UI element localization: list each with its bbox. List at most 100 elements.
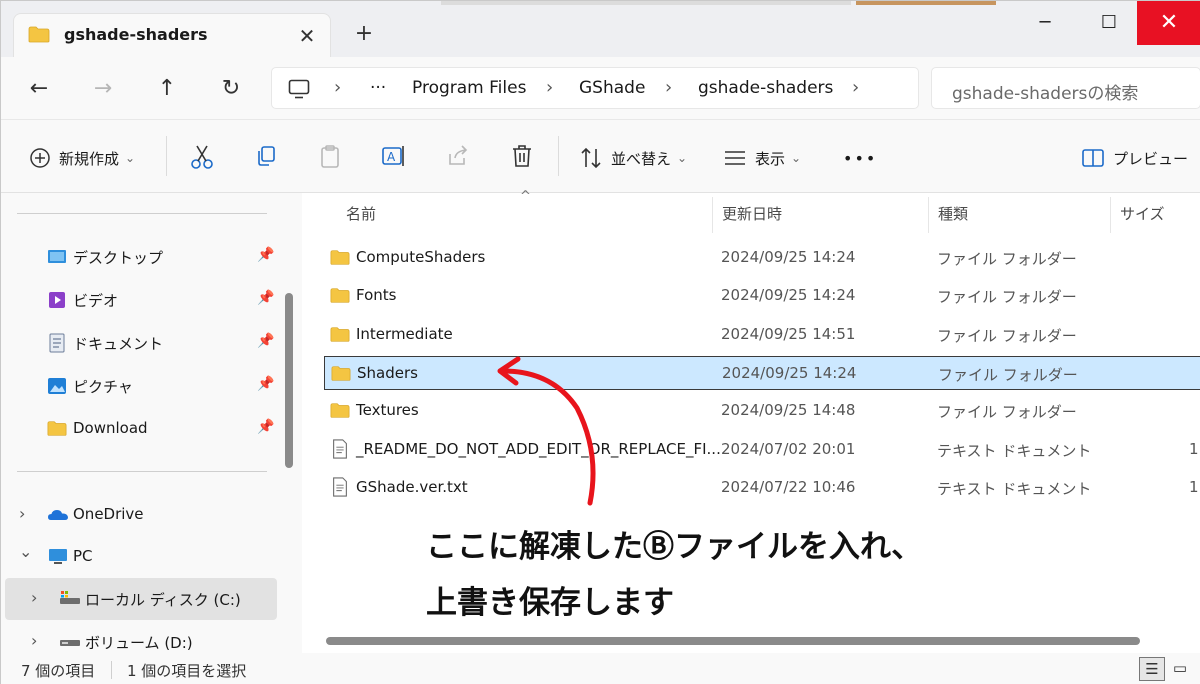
breadcrumb-separator[interactable]: › [852,77,859,98]
large-icons-view-button[interactable]: ▭ [1167,657,1193,681]
pc-icon [49,549,67,564]
paste-icon [321,145,339,168]
file-list: ^ 名前 更新日時 種類 サイズ ComputeShaders 2024/09/2… [302,189,1200,653]
file-row[interactable]: Textures 2024/09/25 14:48 ファイル フォルダー [324,394,1200,428]
sidebar-item-label: ビデオ [73,292,119,310]
close-window-button[interactable]: ✕ [1137,1,1200,45]
pin-icon[interactable]: 📌 [257,247,274,263]
details-view-button[interactable]: ☰ [1139,657,1165,681]
chevron-down-icon[interactable]: ⌄ [19,542,32,561]
background-strip [441,1,851,5]
folder-icon [330,403,350,418]
breadcrumb-gshade-shaders[interactable]: gshade-shaders [698,78,833,98]
column-divider[interactable] [928,197,929,233]
sidebar-item-label: Download [73,419,148,437]
file-row[interactable]: Intermediate 2024/09/25 14:51 ファイル フォルダー [324,318,1200,352]
new-tab-button[interactable]: + [351,21,377,47]
close-tab-icon[interactable]: ✕ [294,23,320,49]
search-box[interactable]: gshade-shadersの検索 [931,67,1200,109]
new-label: 新規作成 [59,149,120,168]
navigation-bar: ← → ↑ ↻ › ··· Program Files › GShade › g… [1,57,1200,119]
minimize-button[interactable]: ─ [1013,1,1077,45]
sort-icon [581,147,601,169]
breadcrumb-gshade[interactable]: GShade [579,78,645,98]
column-header-size[interactable]: サイズ [1120,203,1165,224]
chevron-right-icon[interactable]: › [31,631,37,650]
rename-icon: A [382,146,404,166]
sidebar-item-pictures[interactable]: ピクチャ 📌 [47,366,277,406]
maximize-button[interactable]: ☐ [1077,1,1141,45]
divider [166,136,167,176]
address-bar[interactable]: › ··· Program Files › GShade › gshade-sh… [271,67,919,109]
view-button[interactable]: 表示 ⌄ [723,144,801,172]
paste-button[interactable] [315,144,345,172]
sidebar-item-videos[interactable]: ビデオ 📌 [47,280,277,320]
pin-icon[interactable]: 📌 [257,290,274,306]
file-name: Textures [356,401,419,420]
cut-button[interactable] [187,144,217,172]
column-divider[interactable] [712,197,713,233]
file-size: 1 [1189,439,1199,458]
document-icon [49,333,65,353]
sidebar-scrollbar[interactable] [285,293,293,468]
sidebar-item-download[interactable]: Download 📌 [47,409,277,449]
text-file-icon [333,477,347,497]
divider [17,471,267,472]
file-type: ファイル フォルダー [937,250,1077,268]
folder-icon [28,26,50,43]
sidebar-item-onedrive[interactable]: › OneDrive [17,495,277,535]
chevron-down-icon: ⌄ [677,151,688,165]
pin-icon[interactable]: 📌 [257,333,274,349]
file-row[interactable]: Fonts 2024/09/25 14:24 ファイル フォルダー [324,279,1200,313]
file-type: ファイル フォルダー [937,403,1077,422]
pin-icon[interactable]: 📌 [257,419,274,435]
background-strip [856,1,996,5]
sidebar-item-documents[interactable]: ドキュメント 📌 [47,323,277,363]
chevron-right-icon[interactable]: › [19,504,25,523]
chevron-down-icon: ⌄ [125,151,136,165]
sidebar-item-pc[interactable]: ⌄ PC [17,537,277,577]
search-placeholder: gshade-shadersの検索 [952,84,1139,104]
preview-button[interactable]: プレビュー [1081,144,1188,172]
file-row[interactable]: ComputeShaders 2024/09/25 14:24 ファイル フォルダー [324,241,1200,275]
selection-count: 1 個の項目を選択 [127,662,247,680]
sidebar-item-desktop[interactable]: デスクトップ 📌 [47,237,277,277]
horizontal-scrollbar[interactable] [326,637,1140,645]
file-row[interactable]: GShade.ver.txt 2024/07/22 10:46 テキスト ドキュメン… [324,471,1200,505]
title-bar: gshade-shaders ✕ + ─ ☐ ✕ [1,1,1200,57]
column-header-name[interactable]: 名前 [346,203,376,224]
file-type: ファイル フォルダー [938,365,1078,384]
column-divider[interactable] [1110,197,1111,233]
share-button[interactable] [443,144,473,172]
file-row[interactable]: _README_DO_NOT_ADD_EDIT_OR_REPLACE_FI...… [324,433,1200,467]
back-button[interactable]: ← [23,73,55,105]
more-options-button[interactable]: ••• [843,144,877,172]
refresh-button[interactable]: ↻ [215,73,247,105]
file-row[interactable]: Shaders 2024/09/25 14:24 ファイル フォルダー [324,355,1200,390]
folder-icon [331,366,351,381]
breadcrumb-program-files[interactable]: Program Files [412,78,526,98]
new-button[interactable]: 新規作成 ⌄ [29,144,135,172]
forward-button[interactable]: → [87,73,119,105]
preview-pane-icon [1082,149,1104,167]
tab-gshade-shaders[interactable]: gshade-shaders ✕ [13,13,331,57]
delete-button[interactable] [507,144,537,172]
file-type: テキスト ドキュメント [937,441,1092,460]
column-header-date[interactable]: 更新日時 [722,203,782,224]
up-button[interactable]: ↑ [151,73,183,105]
file-size: 1 [1189,477,1199,496]
sort-button[interactable]: 並べ替え ⌄ [579,144,687,172]
sidebar-item-local-disk[interactable]: › ローカル ディスク (C:) [5,578,277,620]
pin-icon[interactable]: 📌 [257,376,274,392]
file-type: ファイル フォルダー [937,326,1077,345]
column-header-type[interactable]: 種類 [938,203,968,224]
breadcrumb-overflow[interactable]: ··· [370,78,386,98]
more-icon: ••• [843,148,878,168]
text-file-icon [333,438,347,459]
copy-button[interactable] [251,144,281,172]
rename-button[interactable]: A [379,144,409,172]
plus-circle-icon [30,148,50,168]
sort-up-icon: ^ [520,189,531,204]
status-bar: 7 個の項目 1 個の項目を選択 ☰ ▭ [1,653,1200,684]
chevron-right-icon[interactable]: › [31,588,37,607]
